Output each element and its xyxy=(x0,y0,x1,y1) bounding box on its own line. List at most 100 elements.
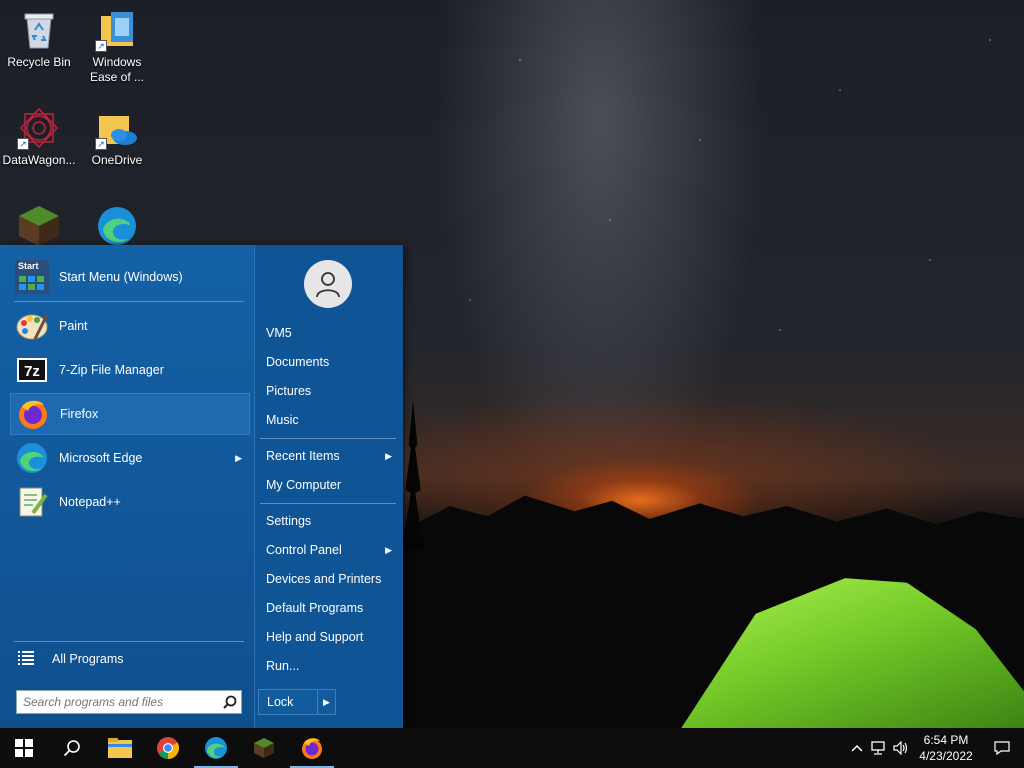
desktop-icon-label: Recycle Bin xyxy=(7,55,71,69)
app-label: Start Menu (Windows) xyxy=(59,270,183,284)
place-recent-items[interactable]: Recent Items ▶ xyxy=(266,445,396,467)
place-vm5[interactable]: VM5 xyxy=(266,322,396,344)
network-icon[interactable] xyxy=(868,728,890,768)
paint-icon xyxy=(15,309,49,343)
submenu-arrow-icon: ▶ xyxy=(385,451,392,461)
desktop-icon-edge[interactable] xyxy=(78,204,156,251)
7zip-icon: 7z xyxy=(15,353,49,387)
desktop-icon-recycle-bin[interactable]: Recycle Bin xyxy=(0,8,78,70)
lock-label: Lock xyxy=(267,695,294,709)
place-default-programs[interactable]: Default Programs xyxy=(266,597,396,619)
all-programs-button[interactable]: All Programs xyxy=(14,639,254,679)
taskbar-file-explorer[interactable] xyxy=(96,728,144,768)
submenu-arrow-icon: ▶ xyxy=(385,545,392,555)
lock-button[interactable]: Lock ▶ xyxy=(258,689,336,715)
desktop-icon-onedrive[interactable]: ↗ OneDrive xyxy=(78,106,156,168)
start-icon-text: Start xyxy=(18,261,39,271)
place-label: Recent Items xyxy=(266,449,340,463)
volume-icon[interactable] xyxy=(890,728,912,768)
start-menu-programs-pane: Start Start Menu (Windows) Paint 7z 7-Zi… xyxy=(0,245,254,728)
chevron-up-icon[interactable] xyxy=(846,728,868,768)
app-label: Microsoft Edge xyxy=(59,451,143,465)
desktop-icon-label: Windows Ease of ... xyxy=(89,55,145,84)
pinned-app-paint[interactable]: Paint xyxy=(10,305,250,347)
place-devices-printers[interactable]: Devices and Printers xyxy=(266,568,396,590)
desktop-icon-label: DataWagon... xyxy=(2,153,76,167)
place-label: VM5 xyxy=(266,326,292,340)
pinned-app-notepadpp[interactable]: Notepad++ xyxy=(10,481,250,523)
notifications-icon[interactable] xyxy=(980,728,1024,768)
clock[interactable]: 6:54 PM 4/23/2022 xyxy=(912,732,980,764)
place-run[interactable]: Run... xyxy=(266,655,396,677)
place-my-computer[interactable]: My Computer xyxy=(266,474,396,496)
place-label: Music xyxy=(266,413,299,427)
place-settings[interactable]: Settings xyxy=(266,510,396,532)
edge-icon xyxy=(15,441,49,475)
list-icon xyxy=(18,650,38,668)
place-control-panel[interactable]: Control Panel ▶ xyxy=(266,539,396,561)
system-tray: 6:54 PM 4/23/2022 xyxy=(846,728,1024,768)
place-label: Settings xyxy=(266,514,312,528)
place-label: Run... xyxy=(266,659,300,673)
place-label: Control Panel xyxy=(266,543,342,557)
app-label: Notepad++ xyxy=(59,495,121,509)
firefox-icon xyxy=(302,738,322,759)
search-icon xyxy=(63,740,80,757)
taskbar-search-button[interactable] xyxy=(48,728,96,768)
edge-icon xyxy=(205,737,227,759)
taskbar-firefox[interactable] xyxy=(288,728,336,768)
place-documents[interactable]: Documents xyxy=(266,351,396,373)
recycle-bin-icon xyxy=(17,8,61,52)
pinned-app-firefox[interactable]: Firefox xyxy=(10,393,250,435)
svg-text:7z: 7z xyxy=(24,363,40,380)
shortcut-arrow-icon: ↗ xyxy=(95,40,107,52)
search-box[interactable] xyxy=(16,690,242,714)
firefox-icon xyxy=(16,397,50,431)
clock-date: 4/23/2022 xyxy=(919,749,973,763)
separator xyxy=(260,438,396,439)
taskbar-minecraft[interactable] xyxy=(240,728,288,768)
place-label: My Computer xyxy=(266,478,342,492)
place-label: Documents xyxy=(266,355,330,369)
desktop-icon-datawagon[interactable]: ↗ DataWagon... xyxy=(0,106,78,168)
datawagon-icon: ↗ xyxy=(17,106,61,150)
taskbar-chrome[interactable] xyxy=(144,728,192,768)
search-icon[interactable] xyxy=(219,691,241,713)
minecraft-icon xyxy=(254,738,274,758)
place-label: Default Programs xyxy=(266,601,364,615)
place-music[interactable]: Music xyxy=(266,409,396,431)
start-menu-header-item[interactable]: Start Start Menu (Windows) xyxy=(10,256,250,298)
place-label: Help and Support xyxy=(266,630,364,644)
desktop-icon-label: OneDrive xyxy=(91,153,143,167)
shortcut-arrow-icon: ↗ xyxy=(17,138,29,150)
folder-shortcut-icon: ↗ xyxy=(95,8,139,52)
power-options-arrow-icon[interactable]: ▶ xyxy=(317,690,335,714)
submenu-arrow-icon: ▶ xyxy=(235,452,242,463)
app-label: 7-Zip File Manager xyxy=(59,363,164,377)
start-button[interactable] xyxy=(0,728,48,768)
place-label: Pictures xyxy=(266,384,312,398)
pinned-app-edge[interactable]: Microsoft Edge ▶ xyxy=(10,437,250,479)
minecraft-icon xyxy=(17,204,61,248)
shortcut-arrow-icon: ↗ xyxy=(95,138,107,150)
search-input[interactable] xyxy=(17,691,219,713)
pinned-app-7zip[interactable]: 7z 7-Zip File Manager xyxy=(10,349,250,391)
separator xyxy=(14,301,244,302)
file-explorer-icon xyxy=(108,738,132,758)
taskbar: 6:54 PM 4/23/2022 xyxy=(0,728,1024,768)
desktop-icon-windows-ease[interactable]: ↗ Windows Ease of ... xyxy=(78,8,156,85)
separator xyxy=(260,503,396,504)
notepadpp-icon xyxy=(15,485,49,519)
app-label: Firefox xyxy=(60,407,99,421)
place-help-support[interactable]: Help and Support xyxy=(266,626,396,648)
desktop-icon-minecraft[interactable] xyxy=(0,204,78,251)
app-label: Paint xyxy=(59,319,88,333)
start-menu-app-icon: Start xyxy=(15,260,49,294)
chrome-icon xyxy=(157,737,179,759)
place-pictures[interactable]: Pictures xyxy=(266,380,396,402)
user-avatar[interactable] xyxy=(304,260,352,308)
edge-icon xyxy=(95,204,139,248)
taskbar-edge[interactable] xyxy=(192,728,240,768)
place-label: Devices and Printers xyxy=(266,572,382,586)
all-programs-label: All Programs xyxy=(52,652,124,666)
